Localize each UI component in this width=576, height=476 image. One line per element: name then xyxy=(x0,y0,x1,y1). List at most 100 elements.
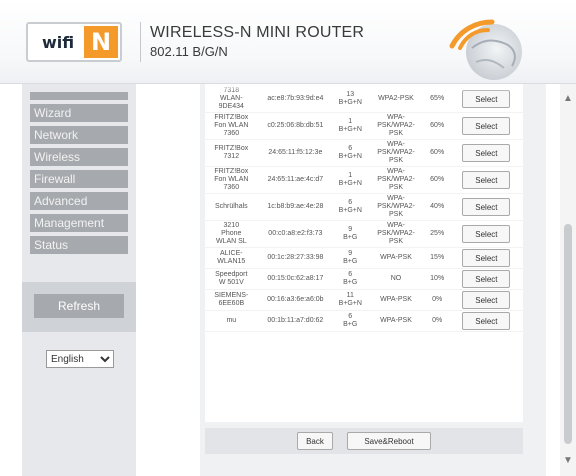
action-cell: Select xyxy=(449,166,523,194)
security-cell-line: PSK xyxy=(388,211,403,218)
scroll-down-icon[interactable]: ▼ xyxy=(560,456,576,466)
signal-cell: 40% xyxy=(424,193,450,221)
sidebar-item-blank xyxy=(30,92,128,100)
channel-cell-line: B+G xyxy=(343,321,358,328)
ssid-cell-line: FRITZ!Box xyxy=(214,145,249,152)
ssid-cell-line: WLAN- xyxy=(220,95,243,102)
refresh-panel: Refresh xyxy=(22,282,136,332)
sidebar-item-management[interactable]: Management xyxy=(30,214,128,232)
mac-cell: 00:1c:28:27:33:98 xyxy=(257,247,334,269)
ssid-cell-line: 7312 xyxy=(223,153,240,160)
channel-cell: 9 B+G xyxy=(333,247,368,269)
security-cell-line: WPA- xyxy=(387,195,405,202)
page-scrollbar[interactable]: ▲ ▼ xyxy=(560,84,576,476)
ssid-cell-line: Fon WLAN xyxy=(214,176,249,183)
security-cell-line: PSK/WPA2- xyxy=(377,230,415,237)
ssid-cell: Speedport W 501V xyxy=(205,268,258,290)
ssid-cell-line: ALICE- xyxy=(220,250,243,257)
signal-cell: 60% xyxy=(424,139,450,167)
security-cell-line: WPA- xyxy=(387,114,405,121)
security-cell-line: PSK xyxy=(388,130,403,137)
channel-cell-line: B+G+N xyxy=(338,180,362,187)
select-button[interactable]: Select xyxy=(462,90,511,108)
sidebar-item-wizard[interactable]: Wizard xyxy=(30,104,128,122)
ssid-cell-line: 7360 xyxy=(223,130,240,137)
ssid-cell: mu xyxy=(205,310,258,332)
security-cell-line: PSK/WPA2- xyxy=(377,176,415,183)
channel-cell-line: B+G xyxy=(343,234,358,241)
signal-cell: 15% xyxy=(424,247,450,269)
ssid-cell-line: 6EE60B xyxy=(218,300,245,307)
select-button[interactable]: Select xyxy=(462,270,511,288)
select-button[interactable]: Select xyxy=(462,225,511,243)
action-cell: Select xyxy=(449,268,523,290)
security-cell: NO xyxy=(367,268,425,290)
signal-cell: 0% xyxy=(424,310,450,332)
signal-cell: 60% xyxy=(424,112,450,140)
page-subtitle: 802.11 B/G/N xyxy=(150,44,228,59)
mac-cell: 00:1b:11:a7:d0:62 xyxy=(257,310,334,332)
channel-cell: 11 B+G+N xyxy=(333,289,368,311)
security-cell-line: PSK/WPA2- xyxy=(377,122,415,129)
channel-cell: 9 B+G xyxy=(333,220,368,248)
sidebar-item-status[interactable]: Status xyxy=(30,236,128,254)
table-row: 3210 Phone WLAN SL 00:c0:a8:e2:f3:73 9 B+G WPA… xyxy=(205,220,523,248)
channel-cell-line: 6 xyxy=(348,271,353,278)
channel-cell-line: 1 xyxy=(348,118,353,125)
action-cell: Select xyxy=(449,139,523,167)
ssid-cell-line: FRITZ!Box xyxy=(214,168,249,175)
channel-cell-line: 9 xyxy=(348,250,353,257)
ssid-cell-line: SIEMENS- xyxy=(214,292,249,299)
table-top-fade xyxy=(205,84,523,92)
select-button[interactable]: Select xyxy=(462,117,511,135)
sidebar-item-network[interactable]: Network xyxy=(30,126,128,144)
select-button[interactable]: Select xyxy=(462,144,511,162)
ap-table-body: 7318WLAN-9DE434ac:e8:7b:93:9d:e413B+G+NW… xyxy=(205,86,523,332)
channel-cell-line: 9 xyxy=(348,226,353,233)
scroll-thumb[interactable] xyxy=(564,224,572,444)
ssid-cell: FRITZ!Box Fon WLAN 7360 xyxy=(205,112,258,140)
channel-cell-line: B+G xyxy=(343,258,358,265)
language-select[interactable]: English xyxy=(46,350,114,368)
ssid-cell: Schrülhals xyxy=(205,193,258,221)
security-cell-line: PSK/WPA2- xyxy=(377,203,415,210)
ssid-cell-line: Fon WLAN xyxy=(214,122,249,129)
select-button[interactable]: Select xyxy=(462,312,511,330)
save-reboot-button[interactable]: Save&Reboot xyxy=(347,432,431,450)
security-cell-line: PSK xyxy=(388,238,403,245)
security-cell: WPA- PSK/WPA2- PSK xyxy=(367,220,425,248)
ssid-cell-line: Schrülhals xyxy=(214,203,248,210)
back-button[interactable]: Back xyxy=(297,432,333,450)
channel-cell: 6 B+G xyxy=(333,268,368,290)
sidebar-item-wireless[interactable]: Wireless xyxy=(30,148,128,166)
site-survey-table: 7318WLAN-9DE434ac:e8:7b:93:9d:e413B+G+NW… xyxy=(205,86,523,422)
sidebar-item-advanced[interactable]: Advanced xyxy=(30,192,128,210)
ssid-cell-line: W 501V xyxy=(218,279,244,286)
security-cell-line: WPA2-PSK xyxy=(378,95,414,102)
select-button[interactable]: Select xyxy=(462,249,511,267)
signal-cell: 0% xyxy=(424,289,450,311)
action-bar: Back Save&Reboot xyxy=(205,428,523,454)
select-button[interactable]: Select xyxy=(462,198,511,216)
security-cell: WPA- PSK/WPA2- PSK xyxy=(367,166,425,194)
page-title: WIRELESS-N MINI ROUTER xyxy=(150,24,365,41)
security-cell: WPA- PSK/WPA2- PSK xyxy=(367,139,425,167)
security-cell-line: PSK/WPA2- xyxy=(377,149,415,156)
signal-cell: 10% xyxy=(424,268,450,290)
action-cell: Select xyxy=(449,247,523,269)
refresh-button[interactable]: Refresh xyxy=(34,294,124,318)
sidebar-item-firewall[interactable]: Firewall xyxy=(30,170,128,188)
security-cell: WPA-PSK xyxy=(367,289,425,311)
select-button[interactable]: Select xyxy=(462,171,511,189)
logo-n-text: N xyxy=(84,26,118,58)
header-divider xyxy=(140,22,141,62)
channel-cell-line: 6 xyxy=(348,313,353,320)
globe-icon xyxy=(449,19,522,80)
scroll-up-icon[interactable]: ▲ xyxy=(560,94,576,104)
table-row: FRITZ!Box 7312 24:65:11:f5:12:3e 6 B+G+N WPA-… xyxy=(205,139,523,167)
ssid-cell: 3210 Phone WLAN SL xyxy=(205,220,258,248)
select-button[interactable]: Select xyxy=(462,291,511,309)
security-cell: WPA- PSK/WPA2- PSK xyxy=(367,112,425,140)
action-cell: Select xyxy=(449,193,523,221)
channel-cell-line: B+G+N xyxy=(338,153,362,160)
